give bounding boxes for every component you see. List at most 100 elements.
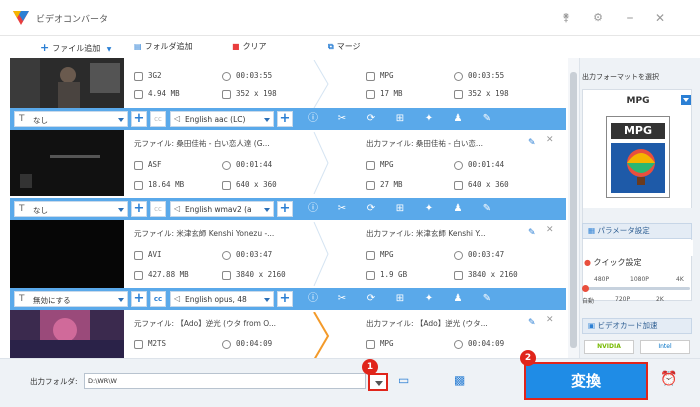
video-thumbnail[interactable] bbox=[10, 58, 124, 108]
film-icon bbox=[366, 71, 375, 81]
format-card[interactable]: MPG MPG bbox=[582, 89, 693, 301]
info-icon[interactable]: ⓘ bbox=[306, 112, 320, 126]
speaker-icon: ◁ bbox=[174, 294, 181, 303]
remove-item-button[interactable]: ✕ bbox=[546, 135, 554, 145]
clock-icon bbox=[222, 250, 231, 260]
film-icon bbox=[366, 250, 375, 260]
scissors-icon[interactable]: ✂ bbox=[335, 292, 349, 306]
key-icon[interactable]: ⚵ bbox=[558, 10, 574, 26]
output-folder-input[interactable]: D:\WR\W bbox=[84, 373, 366, 389]
subtitle-select[interactable]: T なし bbox=[14, 201, 128, 217]
add-subtitle-button[interactable]: + bbox=[131, 291, 147, 307]
watermark-icon[interactable]: ♟ bbox=[451, 292, 465, 306]
scrollbar-thumb[interactable] bbox=[570, 72, 577, 348]
rotate-icon[interactable]: ⟳ bbox=[364, 112, 378, 126]
quick-slider-thumb[interactable] bbox=[582, 285, 589, 292]
source-duration: 00:04:09 bbox=[222, 339, 272, 349]
text-icon: T bbox=[19, 204, 25, 214]
output-size: 1.9 GB bbox=[366, 270, 407, 280]
subtitle-select[interactable]: T 無効にする bbox=[14, 291, 128, 307]
subtitle-select[interactable]: T なし bbox=[14, 111, 128, 127]
merge-icon: ⧉ bbox=[328, 42, 334, 51]
effects-wand-icon[interactable]: ✦ bbox=[422, 202, 436, 216]
rename-pencil-icon[interactable]: ✎ bbox=[528, 318, 536, 328]
output-prefix: 出力ファイル: bbox=[366, 319, 414, 328]
output-format-label: 出力フォーマットを選択 bbox=[582, 73, 659, 81]
merge-button[interactable]: ⧉ マージ bbox=[328, 41, 361, 52]
crop-icon[interactable]: ⊞ bbox=[393, 292, 407, 306]
edit-icon[interactable]: ✎ bbox=[480, 292, 494, 306]
source-duration-value: 00:04:09 bbox=[236, 339, 273, 348]
add-subtitle-button[interactable]: + bbox=[131, 111, 147, 127]
edit-icon[interactable]: ✎ bbox=[480, 112, 494, 126]
add-subtitle-button[interactable]: + bbox=[131, 201, 147, 217]
video-thumbnail[interactable] bbox=[10, 220, 124, 288]
cc-icon[interactable]: cc bbox=[150, 291, 166, 307]
rotate-icon[interactable]: ⟳ bbox=[364, 202, 378, 216]
audio-track-select[interactable]: ◁ English wmav2 (a bbox=[170, 201, 274, 217]
close-window-button[interactable]: ✕ bbox=[652, 10, 668, 26]
chip-icon: ▣ bbox=[588, 321, 596, 330]
output-size-value: 1.9 GB bbox=[380, 270, 408, 279]
parameter-settings-button[interactable]: ▦ パラメータ設定 bbox=[582, 223, 692, 239]
watermark-icon[interactable]: ♟ bbox=[451, 112, 465, 126]
intel-chip[interactable]: Intel bbox=[640, 340, 690, 354]
scissors-icon[interactable]: ✂ bbox=[335, 112, 349, 126]
rename-pencil-icon[interactable]: ✎ bbox=[528, 228, 536, 238]
edit-icon[interactable]: ✎ bbox=[480, 202, 494, 216]
remove-item-button[interactable]: ✕ bbox=[546, 315, 554, 325]
scrollbar[interactable] bbox=[568, 58, 580, 360]
watermark-icon[interactable]: ♟ bbox=[451, 202, 465, 216]
add-folder-label: フォルダ追加 bbox=[144, 42, 193, 51]
source-duration-value: 00:03:47 bbox=[236, 250, 273, 259]
gpu-acceleration-button[interactable]: ▣ ビデオカード加速 bbox=[582, 318, 692, 334]
info-icon[interactable]: ⓘ bbox=[306, 292, 320, 306]
clear-button[interactable]: ■ クリア bbox=[232, 41, 267, 52]
minimize-button[interactable]: – bbox=[622, 10, 638, 26]
open-folder-icon[interactable]: ▭ bbox=[398, 373, 409, 387]
cc-icon[interactable]: cc bbox=[150, 201, 166, 217]
info-icon[interactable]: ⓘ bbox=[306, 202, 320, 216]
crop-icon[interactable]: ⊞ bbox=[393, 202, 407, 216]
format-dropdown-button[interactable] bbox=[681, 95, 691, 105]
convert-button[interactable]: 変換 bbox=[524, 362, 648, 400]
quick-1080p: 1080P bbox=[630, 276, 649, 283]
folder-dropdown-button[interactable] bbox=[368, 373, 388, 391]
chevron-down-icon bbox=[683, 98, 689, 102]
output-name: 桑田佳祐 - 白い恋... bbox=[415, 139, 484, 148]
rename-pencil-icon[interactable]: ✎ bbox=[528, 138, 536, 148]
audio-track-select[interactable]: ◁ English opus, 48 bbox=[170, 291, 274, 307]
cc-icon[interactable]: cc bbox=[150, 111, 166, 127]
resolution-icon bbox=[454, 270, 463, 280]
trash-icon: ■ bbox=[232, 42, 240, 51]
step-badge-1: 1 bbox=[362, 359, 378, 375]
film-icon bbox=[134, 339, 143, 349]
add-file-button[interactable]: + ファイル追加 ▼ bbox=[40, 41, 111, 54]
speaker-icon: ◁ bbox=[174, 204, 181, 213]
resolution-icon bbox=[222, 180, 231, 190]
add-folder-button[interactable]: ▤ フォルダ追加 bbox=[134, 41, 193, 52]
output-folder-icon[interactable]: ▩ bbox=[454, 373, 465, 387]
cart-icon[interactable]: ⚙ bbox=[590, 10, 606, 26]
add-audio-button[interactable]: + bbox=[277, 111, 293, 127]
quick-slider-track[interactable] bbox=[582, 285, 690, 292]
video-thumbnail[interactable] bbox=[10, 130, 124, 196]
chevron-down-icon[interactable]: ▼ bbox=[107, 46, 112, 53]
video-thumbnail[interactable] bbox=[10, 310, 124, 358]
effects-wand-icon[interactable]: ✦ bbox=[422, 112, 436, 126]
add-audio-button[interactable]: + bbox=[277, 291, 293, 307]
alarm-clock-icon[interactable]: ⏰ bbox=[660, 371, 677, 387]
output-format: MPG bbox=[366, 339, 394, 349]
effects-wand-icon[interactable]: ✦ bbox=[422, 292, 436, 306]
crop-icon[interactable]: ⊞ bbox=[393, 112, 407, 126]
rotate-icon[interactable]: ⟳ bbox=[364, 292, 378, 306]
add-audio-button[interactable]: + bbox=[277, 201, 293, 217]
nvidia-chip[interactable]: NVIDIA bbox=[584, 340, 634, 354]
film-icon bbox=[366, 160, 375, 170]
param-label: パラメータ設定 bbox=[597, 226, 650, 235]
audio-track-select[interactable]: ◁ English aac (LC) bbox=[170, 111, 274, 127]
remove-item-button[interactable]: ✕ bbox=[546, 225, 554, 235]
quick-settings-title: ● クイック設定 bbox=[584, 257, 642, 268]
source-size: 4.94 MB bbox=[134, 89, 180, 99]
scissors-icon[interactable]: ✂ bbox=[335, 202, 349, 216]
